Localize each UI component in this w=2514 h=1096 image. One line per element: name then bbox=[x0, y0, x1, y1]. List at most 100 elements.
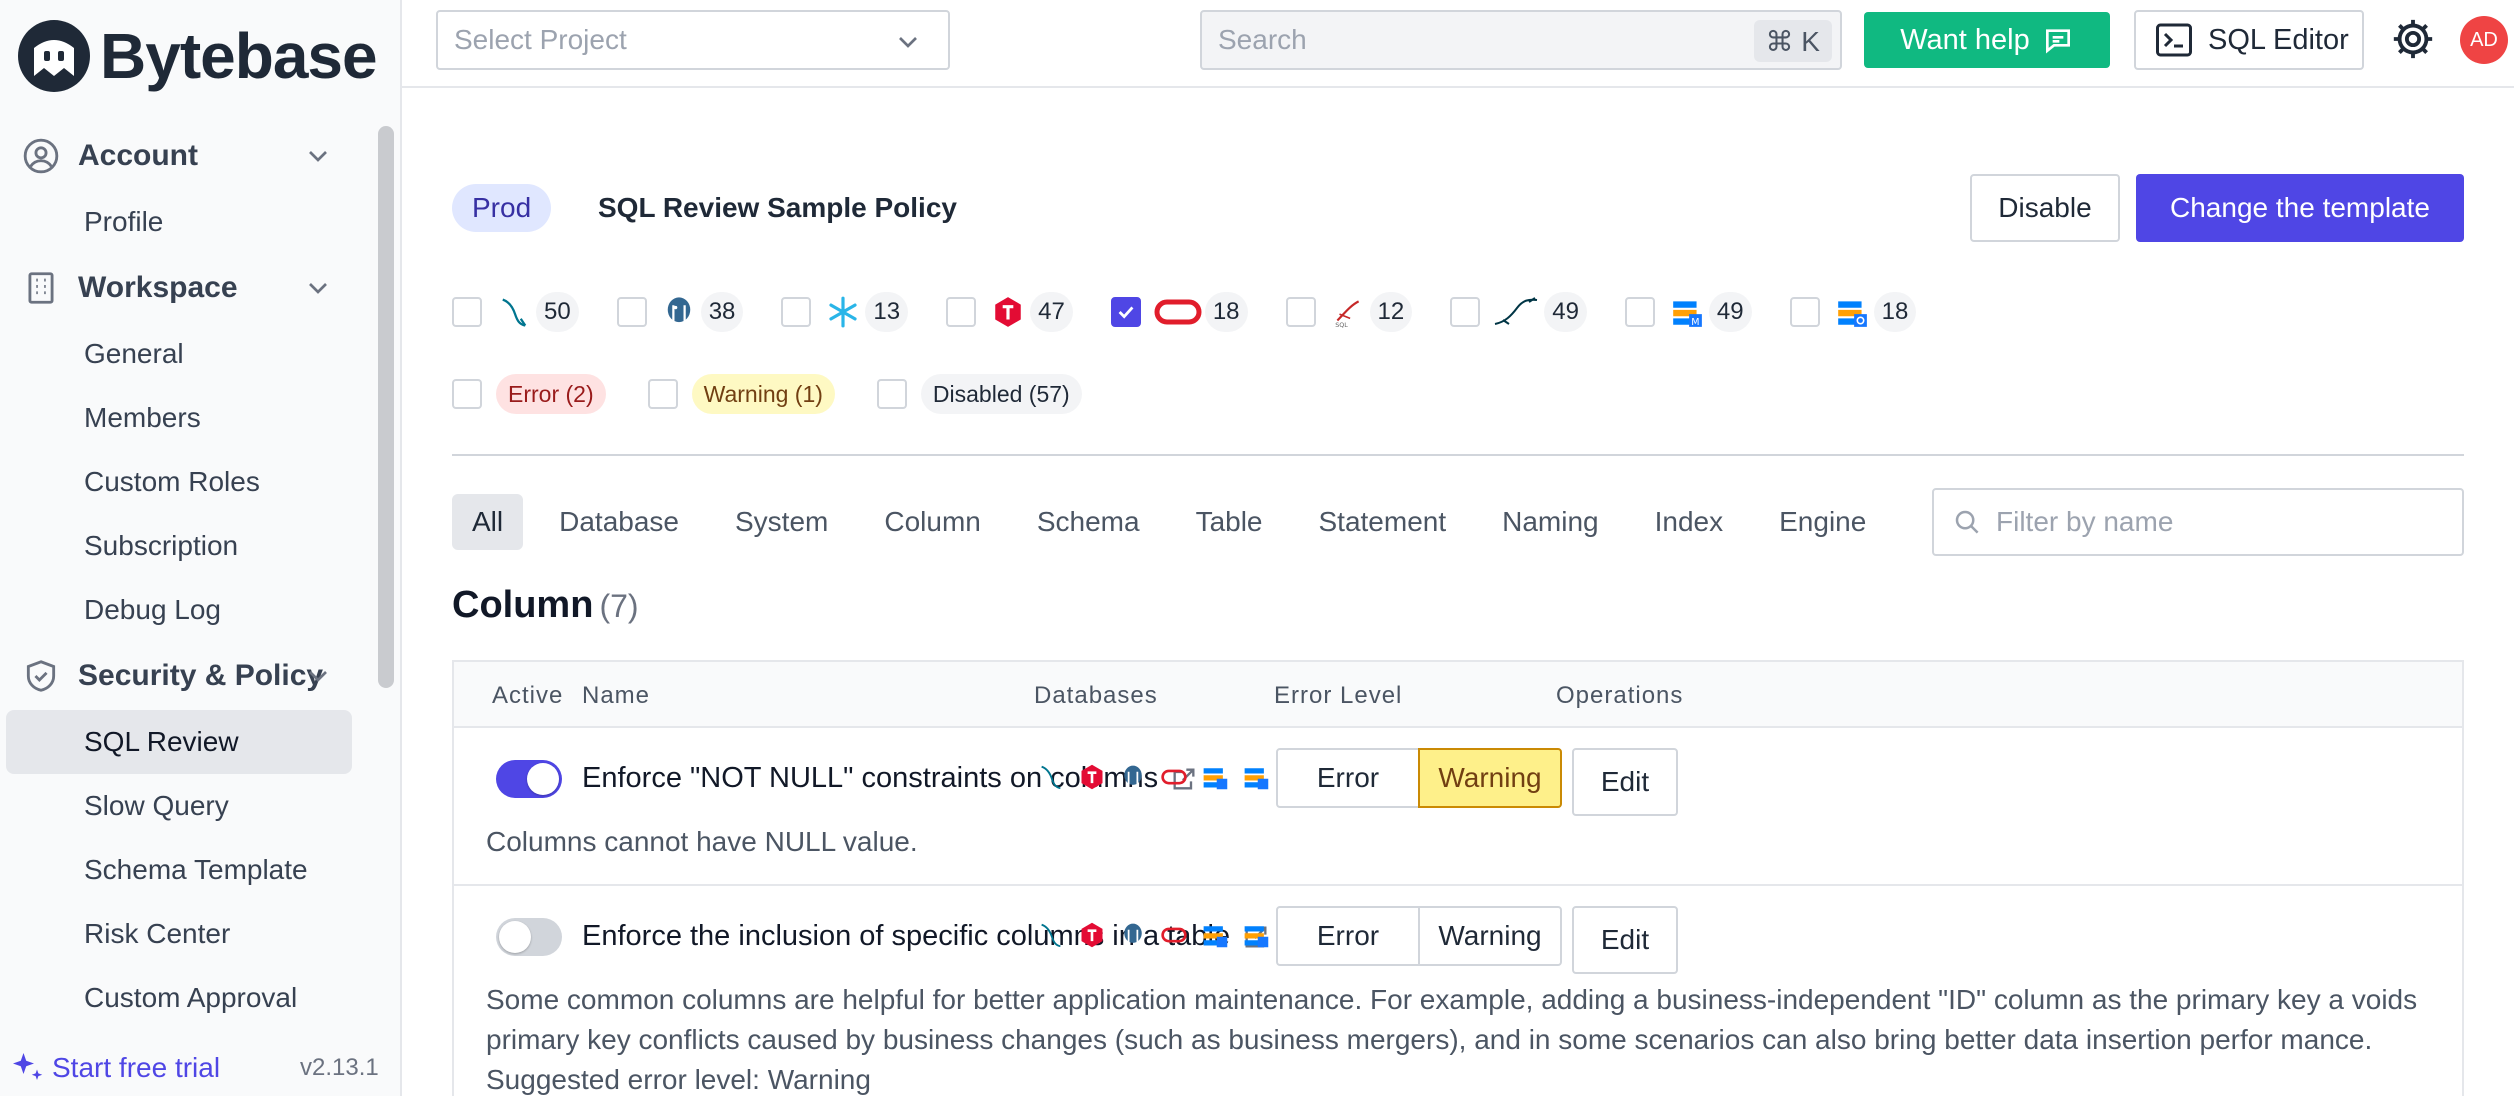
sidebar-item-debug-log[interactable]: Debug Log bbox=[6, 578, 352, 642]
checkbox[interactable] bbox=[1789, 297, 1820, 327]
tidb-icon bbox=[1075, 760, 1109, 794]
tab-naming[interactable]: Naming bbox=[1482, 494, 1618, 550]
engine-filter-tidb[interactable]: 47 bbox=[946, 292, 1073, 332]
search-input[interactable]: Search ⌘ K bbox=[1200, 10, 1842, 70]
tab-schema[interactable]: Schema bbox=[1017, 494, 1160, 550]
engine-count: 49 bbox=[1708, 292, 1752, 332]
level-warning-button[interactable]: Warning bbox=[1418, 906, 1562, 966]
oceanbase-mysql-icon bbox=[1198, 760, 1232, 794]
svg-text:M: M bbox=[1691, 317, 1699, 328]
error-level-toggle: Error Warning bbox=[1276, 906, 1562, 966]
engine-filter-mysql[interactable]: 50 bbox=[452, 292, 579, 332]
tidb-icon bbox=[988, 292, 1028, 332]
sidebar-item-schema-template[interactable]: Schema Template bbox=[6, 838, 352, 902]
engine-filter-mariadb[interactable]: 49 bbox=[1450, 292, 1587, 332]
chevron-down-icon bbox=[899, 37, 917, 48]
sidebar-item-members[interactable]: Members bbox=[6, 386, 352, 450]
sql-editor-button[interactable]: SQL Editor bbox=[2134, 10, 2364, 70]
checkbox[interactable] bbox=[452, 379, 482, 409]
disable-button[interactable]: Disable bbox=[1970, 174, 2120, 242]
error-level-toggle: Error Warning bbox=[1276, 748, 1562, 808]
sidebar-item-risk-center[interactable]: Risk Center bbox=[6, 902, 352, 966]
engine-filter-oceanbase-mysql[interactable]: M 49 bbox=[1624, 292, 1752, 332]
chevron-down-icon bbox=[309, 151, 327, 162]
tab-statement[interactable]: Statement bbox=[1299, 494, 1467, 550]
sidebar-item-subscription[interactable]: Subscription bbox=[6, 514, 352, 578]
engine-filter-snowflake[interactable]: 13 bbox=[781, 292, 909, 332]
tab-index[interactable]: Index bbox=[1635, 494, 1744, 550]
oceanbase-oracle-icon bbox=[1239, 760, 1273, 794]
main-content: Prod SQL Review Sample Policy Disable Ch… bbox=[402, 90, 2514, 1096]
change-template-button[interactable]: Change the template bbox=[2136, 174, 2464, 242]
table-row: Enforce the inclusion of specific column… bbox=[454, 886, 2462, 1096]
checkbox[interactable] bbox=[1624, 297, 1655, 327]
column-header-active: Active bbox=[492, 682, 564, 709]
engine-filter-sqlserver[interactable]: SQL 12 bbox=[1285, 292, 1413, 332]
engine-filter-postgresql[interactable]: 38 bbox=[616, 292, 744, 332]
rule-active-toggle[interactable] bbox=[496, 760, 562, 798]
tab-table[interactable]: Table bbox=[1176, 494, 1283, 550]
column-header-error-level: Error Level bbox=[1274, 682, 1403, 709]
oceanbase-mysql-icon: M bbox=[1667, 292, 1707, 332]
sidebar-item-general[interactable]: General bbox=[6, 322, 352, 386]
search-shortcut-badge: ⌘ K bbox=[1753, 20, 1832, 62]
sidebar-item-custom-roles[interactable]: Custom Roles bbox=[6, 450, 352, 514]
start-trial-link[interactable]: Start free trial bbox=[10, 1050, 220, 1086]
gear-icon[interactable] bbox=[2390, 16, 2436, 62]
level-filter-error[interactable]: Error (2) bbox=[452, 374, 606, 414]
edit-button[interactable]: Edit bbox=[1572, 906, 1678, 974]
engine-count: 18 bbox=[1204, 292, 1248, 332]
sidebar-footer: Start free trial v2.13.1 bbox=[0, 1040, 400, 1096]
engine-filter-oceanbase-oracle[interactable]: 18 bbox=[1789, 292, 1917, 332]
filter-by-name-input[interactable]: Filter by name bbox=[1932, 488, 2464, 556]
sidebar: Bytebase Account Profile Workspace Gener… bbox=[0, 0, 402, 1096]
want-help-button[interactable]: Want help bbox=[1864, 12, 2110, 68]
oceanbase-oracle-icon bbox=[1239, 918, 1273, 952]
mariadb-icon bbox=[1492, 292, 1542, 332]
checkbox[interactable] bbox=[781, 297, 812, 327]
tab-database[interactable]: Database bbox=[539, 494, 699, 550]
oceanbase-oracle-icon bbox=[1832, 292, 1872, 332]
oracle-icon bbox=[1157, 918, 1191, 952]
checkbox[interactable] bbox=[647, 379, 678, 409]
level-error-button[interactable]: Error bbox=[1276, 748, 1420, 808]
sidebar-item-sql-review[interactable]: SQL Review bbox=[6, 710, 352, 774]
level-error-button[interactable]: Error bbox=[1276, 906, 1420, 966]
edit-button[interactable]: Edit bbox=[1572, 748, 1678, 816]
tab-engine[interactable]: Engine bbox=[1759, 494, 1886, 550]
checkbox[interactable] bbox=[1285, 297, 1316, 327]
rule-description: Columns cannot have NULL value. bbox=[486, 826, 918, 857]
level-filter-warning[interactable]: Warning (1) bbox=[647, 374, 835, 414]
tab-system[interactable]: System bbox=[715, 494, 848, 550]
tab-column[interactable]: Column bbox=[864, 494, 1000, 550]
level-filter-disabled[interactable]: Disabled (57) bbox=[876, 374, 1082, 414]
sidebar-item-custom-approval[interactable]: Custom Approval bbox=[6, 966, 352, 1030]
sidebar-item-profile[interactable]: Profile bbox=[6, 190, 352, 254]
project-select[interactable]: Select Project bbox=[436, 10, 950, 70]
terminal-icon bbox=[2156, 23, 2192, 57]
mysql-icon bbox=[1034, 918, 1068, 952]
checkbox[interactable] bbox=[876, 379, 907, 409]
checkbox[interactable] bbox=[452, 297, 482, 327]
sidebar-group-workspace[interactable]: Workspace bbox=[0, 254, 380, 322]
avatar[interactable]: AD bbox=[2460, 16, 2508, 64]
checkbox[interactable] bbox=[946, 297, 977, 327]
level-warning-button-selected[interactable]: Warning bbox=[1418, 748, 1562, 808]
start-trial-label: Start free trial bbox=[52, 1052, 221, 1083]
sidebar-item-slow-query[interactable]: Slow Query bbox=[6, 774, 352, 838]
checkbox[interactable] bbox=[616, 297, 647, 327]
sidebar-scrollbar[interactable] bbox=[378, 126, 394, 688]
sparkles-icon bbox=[13, 1053, 43, 1080]
logo[interactable]: Bytebase bbox=[16, 16, 378, 96]
sidebar-group-security[interactable]: Security & Policy bbox=[0, 642, 380, 710]
engine-filter-oracle[interactable]: 18 bbox=[1110, 292, 1248, 332]
checkbox-checked[interactable] bbox=[1110, 297, 1141, 327]
building-icon bbox=[28, 272, 54, 304]
tab-all[interactable]: All bbox=[452, 494, 524, 550]
rule-description: Some common columns are helpful for bett… bbox=[486, 984, 2418, 1095]
section-title: Column (7) bbox=[452, 584, 639, 627]
checkbox[interactable] bbox=[1450, 297, 1481, 327]
sidebar-group-account[interactable]: Account bbox=[0, 122, 380, 190]
rule-active-toggle[interactable] bbox=[496, 918, 562, 956]
tidb-icon bbox=[1075, 918, 1109, 952]
